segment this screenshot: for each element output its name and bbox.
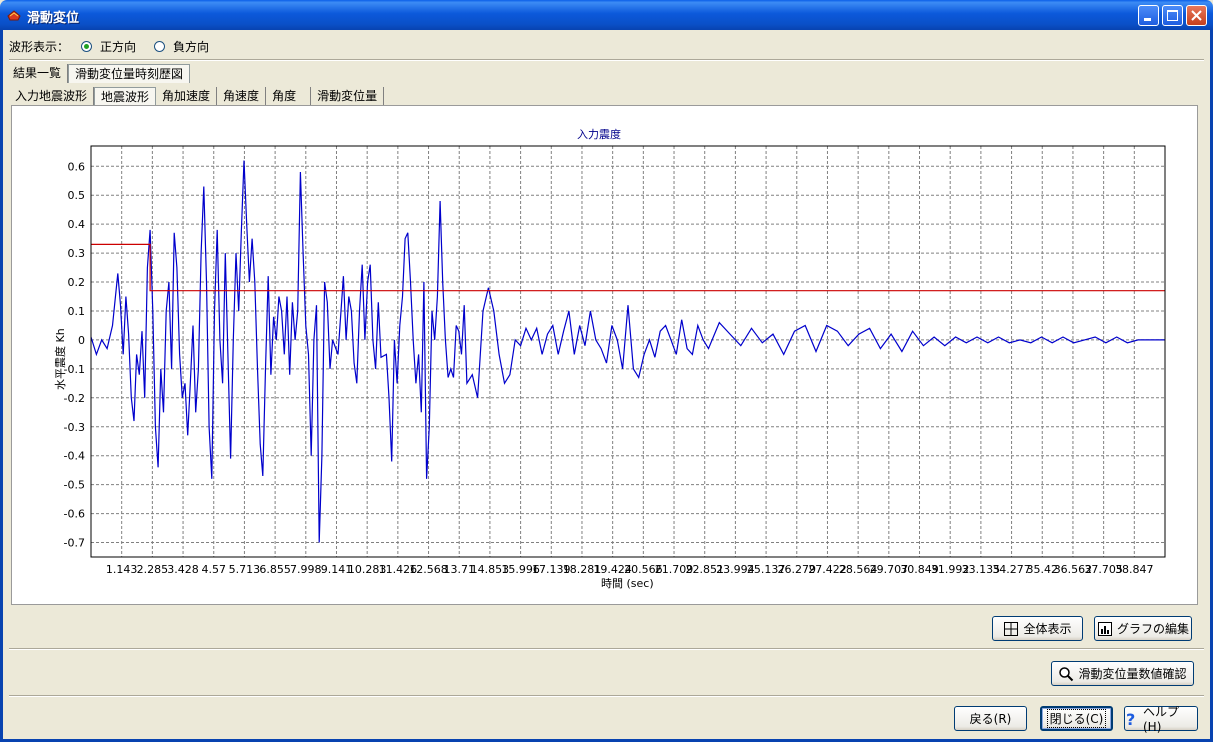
grid-view-icon xyxy=(1004,621,1019,636)
tab-sliding-displacement[interactable]: 滑動変位量 xyxy=(311,87,385,106)
graph-edit-icon xyxy=(1097,621,1112,636)
magnifier-icon xyxy=(1059,666,1074,681)
tab-input-seismic-wave[interactable]: 入力地震波形 xyxy=(9,87,95,106)
maximize-icon xyxy=(1167,10,1178,21)
full-view-label: 全体表示 xyxy=(1023,622,1072,636)
radio-positive-label[interactable]: 正方向 xyxy=(100,38,136,55)
window-title: 滑動変位 xyxy=(27,11,80,26)
back-label: 戻る(R) xyxy=(969,712,1012,726)
tab-angular-acceleration[interactable]: 角加速度 xyxy=(156,87,218,106)
separator xyxy=(9,648,1204,650)
minimize-button[interactable] xyxy=(1138,5,1159,26)
app-icon xyxy=(7,10,21,21)
sub-tabs: 入力地震波形 地震波形 角加速度 角速度 角度 滑動変位量 xyxy=(9,87,385,106)
radio-negative-label[interactable]: 負方向 xyxy=(173,38,209,55)
separator xyxy=(9,59,1204,61)
check-values-button[interactable]: 滑動変位量数値確認 xyxy=(1051,661,1194,686)
title-bar: 滑動変位 xyxy=(0,0,1213,30)
chart-title: 入力震度 xyxy=(577,128,621,141)
maximize-button[interactable] xyxy=(1162,5,1183,26)
y-axis-label: 水平震度 Kh xyxy=(54,328,67,390)
chart-panel xyxy=(11,105,1198,605)
tab-angle[interactable]: 角度 xyxy=(266,87,312,106)
close-button[interactable]: 閉じる(C) xyxy=(1040,706,1113,731)
help-button[interactable]: ? ヘルプ(H) xyxy=(1124,705,1198,734)
minimize-icon xyxy=(1144,18,1151,21)
tab-results-list[interactable]: 結果一覧 xyxy=(7,64,69,83)
svg-text:?: ? xyxy=(1126,711,1135,727)
tab-angular-velocity[interactable]: 角速度 xyxy=(217,87,267,106)
close-icon xyxy=(1191,10,1202,21)
back-button[interactable]: 戻る(R) xyxy=(954,706,1027,731)
help-icon: ? xyxy=(1126,711,1135,727)
radio-positive[interactable] xyxy=(81,41,93,52)
help-label: ヘルプ(H) xyxy=(1143,705,1180,734)
wave-display-label: 波形表示： xyxy=(9,40,70,54)
close-window-button[interactable] xyxy=(1186,5,1207,26)
full-view-button[interactable]: 全体表示 xyxy=(992,616,1083,641)
radio-negative[interactable] xyxy=(154,41,166,52)
check-values-label: 滑動変位量数値確認 xyxy=(1078,667,1187,681)
wave-display-row: 波形表示： 正方向 負方向 xyxy=(9,38,209,55)
tab-seismic-wave[interactable]: 地震波形 xyxy=(94,87,157,106)
close-label: 閉じる(C) xyxy=(1046,709,1107,728)
separator xyxy=(9,695,1204,697)
tab-displacement-history[interactable]: 滑動変位量時刻歴図 xyxy=(68,64,191,83)
edit-graph-label: グラフの編集 xyxy=(1116,622,1189,636)
edit-graph-button[interactable]: グラフの編集 xyxy=(1094,616,1192,641)
x-axis-label: 時間 (sec) xyxy=(601,577,654,590)
main-tabs: 結果一覧 滑動変位量時刻歴図 xyxy=(7,64,191,83)
